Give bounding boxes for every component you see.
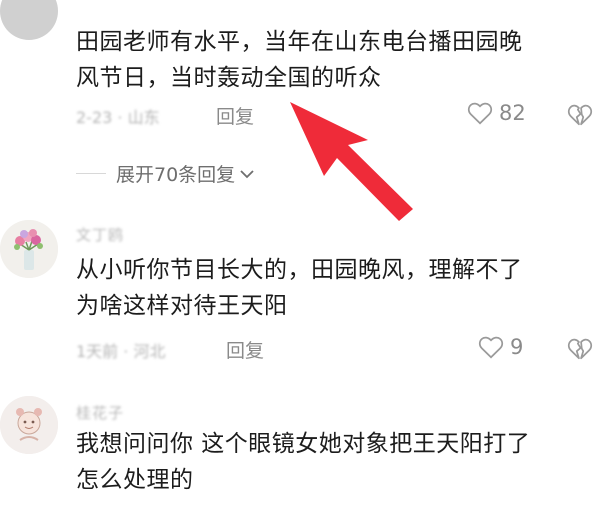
- expand-replies-button[interactable]: 展开70条回复: [76, 160, 255, 187]
- comment-text: 从小听你节目长大的，田园晚风，理解不了 为啥这样对待王天阳: [76, 252, 586, 324]
- username[interactable]: 文丁鸥: [76, 224, 124, 245]
- comment-item-1: 田园老师有水平，当年在山东电台播田园晚 风节日，当时轰动全国的听众 2-23 ·…: [0, 0, 600, 150]
- broken-heart-icon: [567, 338, 593, 360]
- comment-text-line: 从小听你节目长大的，田园晚风，理解不了: [76, 257, 523, 283]
- expand-replies-label: 展开70条回复: [116, 164, 236, 186]
- comment-text-line: 怎么处理的: [76, 467, 194, 493]
- avatar[interactable]: [0, 396, 58, 454]
- like-button[interactable]: 82: [467, 101, 526, 125]
- divider: [76, 173, 106, 174]
- like-button[interactable]: 9: [478, 335, 523, 359]
- comment-text-line: 为啥这样对待王天阳: [76, 293, 288, 319]
- comment-text: 田园老师有水平，当年在山东电台播田园晚 风节日，当时轰动全国的听众: [76, 24, 586, 96]
- reply-button[interactable]: 回复: [216, 102, 254, 129]
- heart-outline-icon: [467, 102, 493, 125]
- broken-heart-icon: [567, 104, 593, 126]
- heart-outline-icon: [478, 336, 504, 359]
- like-count: 9: [510, 335, 524, 359]
- avatar[interactable]: [0, 220, 58, 278]
- username[interactable]: 桂花子: [76, 402, 124, 423]
- comment-text-line: 田园老师有水平，当年在山东电台播田园晚: [76, 29, 523, 55]
- comment-text-line: 风节日，当时轰动全国的听众: [76, 65, 382, 91]
- comment-text: 我想问问你 这个眼镜女她对象把王天阳打了 怎么处理的: [76, 426, 586, 498]
- comment-meta: 2-23 · 山东: [76, 108, 160, 127]
- avatar[interactable]: [0, 0, 58, 40]
- reply-button[interactable]: 回复: [226, 336, 264, 363]
- chevron-down-icon: [240, 169, 254, 178]
- like-count: 82: [499, 101, 526, 125]
- dislike-button[interactable]: [567, 103, 593, 131]
- dislike-button[interactable]: [567, 337, 593, 365]
- comment-item-3: 桂花子 我想问问你 这个眼镜女她对象把王天阳打了 怎么处理的: [0, 390, 600, 514]
- comment-meta: 1天前 · 河北: [76, 342, 166, 361]
- flower-avatar-icon: [0, 220, 58, 278]
- comment-item-2: 文丁鸥 从小听你节目长大的，田园晚风，理解不了 为啥这样对待王天阳 1天前 · …: [0, 214, 600, 374]
- comment-text-line: 我想问问你 这个眼镜女她对象把王天阳打了: [76, 431, 531, 457]
- cartoon-avatar-icon: [0, 396, 58, 454]
